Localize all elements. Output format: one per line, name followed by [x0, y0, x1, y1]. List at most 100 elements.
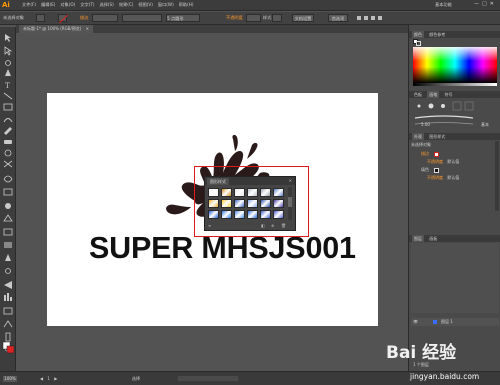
layers-list: [411, 243, 499, 313]
window-controls: — □ ✕: [474, 1, 494, 7]
stroke-indicator[interactable]: [416, 41, 421, 46]
fill-swatch[interactable]: [36, 14, 45, 22]
align-icons[interactable]: [356, 14, 386, 22]
minimize-button[interactable]: —: [474, 1, 479, 7]
appearance-opacity-row-1[interactable]: 不透明度 默认值: [411, 158, 499, 166]
menu-edit[interactable]: 编辑(E): [41, 2, 55, 8]
color-spectrum[interactable]: [413, 47, 497, 83]
spectrum-white-overlay: [413, 47, 497, 61]
maximize-button[interactable]: □: [482, 1, 487, 7]
slice-tool-icon: [3, 320, 13, 328]
document-tab-bar: 未标题-1* @ 100% (RGB/预览) ✕: [16, 25, 408, 33]
next-artboard-icon[interactable]: ▶: [54, 376, 57, 381]
visibility-eye-icon[interactable]: 👁: [413, 318, 418, 326]
eyedropper-icon: [5, 254, 11, 261]
rectangle-tool-icon: [3, 103, 13, 111]
gradient-tool-icon: [4, 242, 12, 248]
stroke-color-icon: [6, 345, 15, 354]
menu-bar: Ai 文件(F) 编辑(E) 对象(O) 文字(T) 选择(S) 效果(C) 视…: [0, 0, 500, 11]
brush-type-label: 基本: [481, 122, 489, 127]
no-stroke-icon: [58, 14, 69, 24]
appearance-opacity-row-2[interactable]: 不透明度 默认值: [411, 174, 499, 182]
warp-tool-icon: [3, 175, 13, 183]
mesh-tool-icon: [3, 228, 13, 236]
watermark-url: jingyan.baidu.com: [410, 372, 480, 381]
prev-artboard-icon[interactable]: ◀: [40, 376, 43, 381]
stroke-label[interactable]: 描边: [80, 14, 88, 22]
main-menu: 文件(F) 编辑(E) 对象(O) 文字(T) 选择(S) 效果(C) 视图(V…: [22, 2, 194, 8]
tab-appearance[interactable]: 外观: [412, 133, 424, 140]
close-tab-icon[interactable]: ✕: [86, 26, 89, 31]
color-panel-header[interactable]: 颜色 颜色参考: [409, 31, 500, 38]
document-tab-title: 未标题-1* @ 100% (RGB/预览): [23, 26, 82, 31]
rotate-tool-icon: [4, 149, 12, 157]
line-tool-icon: [3, 92, 13, 100]
tab-artboards[interactable]: 画板: [427, 235, 439, 242]
opacity-label-2: 不透明度: [427, 175, 443, 180]
stroke-weight-field[interactable]: [92, 14, 118, 22]
artboard-number[interactable]: 1: [47, 376, 50, 381]
page-navigator[interactable]: ◀ 1 ▶: [40, 376, 80, 382]
opacity-value-2: 默认值: [447, 175, 460, 180]
menu-window[interactable]: 窗口(W): [158, 2, 174, 8]
highlight-rectangle: [194, 166, 309, 237]
document-tab[interactable]: 未标题-1* @ 100% (RGB/预览) ✕: [19, 25, 93, 33]
workspace-switcher[interactable]: 基本功能: [435, 2, 452, 8]
baidu-watermark: Bai 经验 jingyan.baidu.com: [386, 338, 500, 385]
appearance-scrollbar[interactable]: [495, 141, 499, 211]
appearance-title: 未选择对象: [411, 142, 431, 147]
blend-tool-icon: [5, 268, 11, 274]
style-picker[interactable]: [272, 14, 282, 22]
layer-name[interactable]: 图层 1: [441, 318, 453, 326]
layers-panel-header[interactable]: 图层 画板: [409, 235, 500, 242]
variable-width-profile[interactable]: [122, 14, 162, 22]
appearance-panel-header[interactable]: 外观 图形样式: [409, 133, 500, 140]
menu-object[interactable]: 对象(O): [60, 2, 75, 8]
appearance-stroke-row[interactable]: 描边: [411, 150, 499, 158]
app-logo: Ai: [2, 1, 10, 9]
document-setup-button[interactable]: 文档设置: [292, 14, 314, 22]
fill-swatch-mini[interactable]: [434, 167, 440, 173]
brush-stroke-row: 5.00 基本: [411, 121, 499, 129]
menu-effect[interactable]: 效果(C): [119, 2, 134, 8]
tab-graphic-styles[interactable]: 图形样式: [427, 133, 447, 140]
scale-tool-icon: [3, 160, 13, 168]
selection-status: 未选择对象: [3, 15, 24, 20]
appearance-fill-label: 填色: [421, 167, 429, 172]
layer-color-chip: [433, 320, 437, 324]
appearance-stroke-label: 描边: [421, 151, 429, 156]
layer-row[interactable]: 👁 图层 1: [411, 318, 499, 326]
menu-view[interactable]: 视图(V): [138, 2, 153, 8]
opacity-field[interactable]: [246, 14, 261, 22]
close-window-button[interactable]: ✕: [490, 1, 494, 7]
zoom-level[interactable]: 100%: [3, 376, 17, 382]
grayscale-ramp[interactable]: [413, 83, 497, 86]
control-bar: 未选择对象 描边 5 点圆形 不透明度 样式 文档设置 首选项: [0, 12, 500, 25]
tab-symbols[interactable]: 符号: [443, 91, 455, 98]
stroke-swatch[interactable]: [58, 14, 69, 24]
no-stroke-swatch[interactable]: [434, 151, 440, 157]
align-icon: [357, 16, 382, 20]
tab-swatches[interactable]: 色板: [412, 91, 424, 98]
stroke-weight-value[interactable]: 5.00: [421, 121, 430, 129]
tab-brushes[interactable]: 画笔: [427, 91, 440, 98]
tab-color-guide[interactable]: 颜色参考: [427, 31, 447, 38]
brush-definition[interactable]: 5 点圆形: [166, 14, 200, 22]
eraser-tool-icon: [4, 140, 12, 144]
opacity-label[interactable]: 不透明度: [226, 14, 243, 22]
shape-builder-icon: [5, 203, 11, 209]
menu-file[interactable]: 文件(F): [22, 2, 36, 8]
brush-panel-header[interactable]: 色板 画笔 符号: [409, 91, 500, 98]
appearance-fill-row[interactable]: 填色: [411, 166, 499, 174]
tab-layers[interactable]: 图层: [412, 235, 424, 242]
pen-tool-icon: [5, 69, 11, 76]
menu-select[interactable]: 选择(S): [100, 2, 114, 8]
menu-type[interactable]: 文字(T): [80, 2, 94, 8]
artboard-tool-icon: [3, 307, 13, 315]
horizontal-scrollbar[interactable]: [178, 376, 238, 381]
menu-help[interactable]: 帮助(H): [179, 2, 194, 8]
fill-stroke-widget[interactable]: [413, 39, 423, 47]
tab-color[interactable]: 颜色: [412, 31, 424, 38]
direct-selection-tool-icon: [4, 46, 13, 56]
preferences-button[interactable]: 首选项: [328, 14, 348, 22]
